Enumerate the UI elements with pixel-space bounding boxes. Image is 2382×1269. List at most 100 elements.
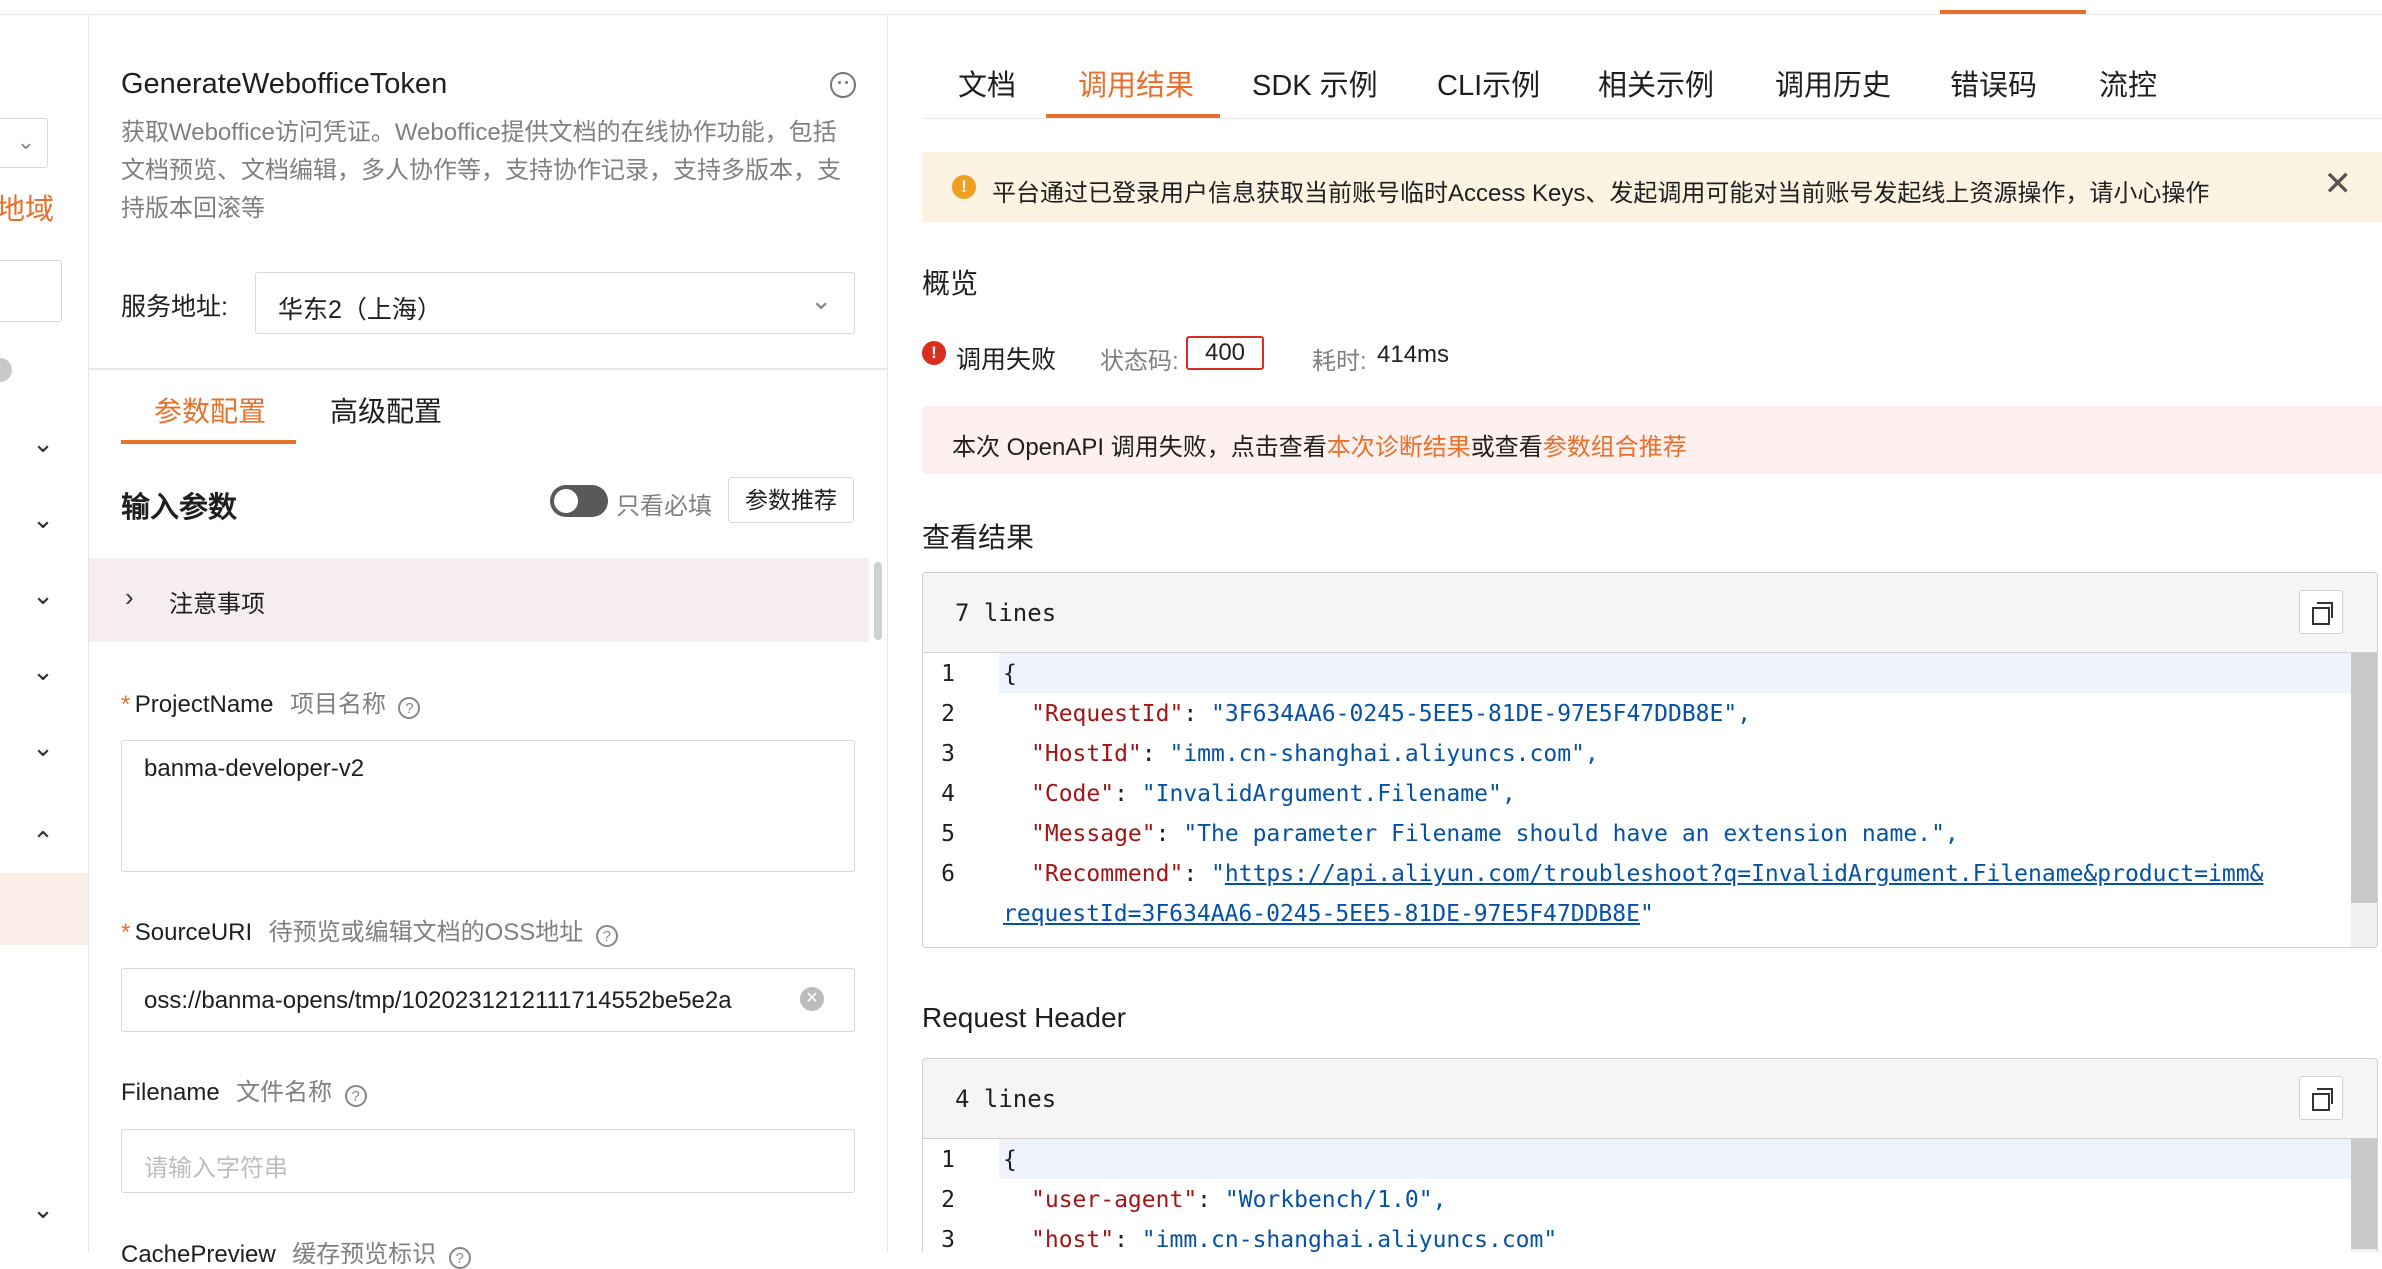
help-icon[interactable]: ? (344, 1084, 367, 1107)
code-line: "Message": "The parameter Filename shoul… (1031, 821, 1959, 847)
project-name-value: banma-developer-v2 (144, 755, 365, 782)
help-icon[interactable]: ? (595, 924, 618, 947)
tab-call-history[interactable]: 调用历史 (1775, 62, 1891, 104)
copy-icon[interactable] (2299, 1076, 2343, 1120)
scroll-thumb[interactable] (2351, 1139, 2377, 1249)
project-name-input[interactable]: banma-developer-v2 (121, 740, 855, 872)
tab-advanced-config[interactable]: 高级配置 (330, 390, 442, 430)
tab-docs[interactable]: 文档 (958, 62, 1016, 104)
overview-title: 概览 (922, 268, 979, 299)
error-middle: 或查看 (1470, 434, 1543, 461)
code-scrollbar[interactable] (2351, 653, 2377, 947)
chevron-down-icon[interactable]: ⌄ (28, 582, 58, 608)
filename-placeholder: 请输入字符串 (144, 1155, 288, 1182)
help-icon[interactable]: ? (448, 1246, 471, 1269)
error-diagnosis-text: 本次 OpenAPI 调用失败，点击查看本次诊断结果或查看参数组合推荐 (952, 427, 1687, 462)
line-number: 4 (941, 781, 955, 807)
tab-param-config[interactable]: 参数配置 (154, 390, 266, 430)
input-params-title: 输入参数 (121, 492, 238, 524)
filename-input[interactable]: 请输入字符串 (121, 1129, 855, 1193)
api-description: 获取Weboffice访问凭证。Weboffice提供文档的在线协作功能，包括文… (121, 119, 841, 222)
chevron-down-icon[interactable]: ⌄ (28, 430, 58, 456)
project-name-label-row: * ProjectName 项目名称 ? (121, 684, 421, 719)
result-title: 查看结果 (922, 522, 1035, 553)
scroll-thumb[interactable] (2351, 653, 2377, 903)
clear-icon[interactable]: ✕ (800, 987, 824, 1011)
tab-related-examples[interactable]: 相关示例 (1598, 62, 1714, 104)
close-icon[interactable]: ✕ (2324, 164, 2353, 204)
only-required-toggle[interactable] (550, 485, 608, 517)
tab-error-codes[interactable]: 错误码 (1950, 62, 2037, 104)
chevron-right-icon: › (125, 582, 134, 612)
project-name-sublabel: 项目名称 (289, 691, 386, 718)
chevron-down-icon[interactable]: ⌄ (28, 658, 58, 684)
chevron-down-icon: ⌄ (16, 129, 35, 154)
result-code-box: 7 lines 1 2 3 4 5 6 { "RequestId": "3F63… (922, 572, 2378, 948)
api-title: GenerateWebofficeToken (121, 68, 448, 100)
source-uri-input[interactable]: oss://banma-opens/tmp/10202312121117145​… (121, 968, 855, 1032)
nav-region-select[interactable]: ⌄ (0, 118, 48, 168)
code-line: "Code": "InvalidArgument.Filename", (1031, 781, 1516, 807)
code-line: "host": "imm.cn-shanghai.aliyuncs.com" (1031, 1227, 1558, 1252)
status-code-badge: 400 (1186, 336, 1264, 370)
line-number: 5 (941, 821, 955, 847)
error-icon: ! (922, 341, 946, 365)
nav-search-input[interactable] (0, 260, 62, 322)
service-region-value: 华东2（上海） (278, 296, 442, 324)
code-line: "RequestId": "3F634AA6-0245-5EE5-81DE-97… (1031, 701, 1752, 727)
line-count: 4 lines (955, 1085, 1057, 1113)
chevron-up-icon[interactable]: ⌃ (28, 828, 58, 854)
code-line: requestId=3F634AA6-0245-5EE5-81DE-97E5F4… (1003, 901, 1654, 927)
line-number: 3 (941, 1227, 955, 1252)
code-line: { (1003, 661, 1017, 687)
code-header: 7 lines (923, 573, 2377, 653)
chevron-down-icon: ⌄ (810, 285, 832, 315)
tab-active-underline (121, 440, 296, 444)
tab-call-result[interactable]: 调用结果 (1078, 62, 1194, 104)
status-code-label: 状态码: (1100, 348, 1179, 375)
required-star: * (121, 691, 131, 718)
elapsed-label: 耗时: (1312, 348, 1367, 375)
call-status-text: 调用失败 (956, 346, 1057, 374)
feedback-face-icon[interactable] (830, 72, 856, 98)
copy-icon[interactable] (2299, 590, 2343, 634)
line-number: 6 (941, 861, 955, 887)
recommend-link[interactable]: requestId=3F634AA6-0245-5EE5-81DE-97E5F4… (1003, 901, 1640, 927)
top-active-indicator (1940, 10, 2086, 14)
code-scrollbar[interactable] (2351, 1139, 2377, 1252)
panel-scrollbar[interactable] (874, 562, 882, 640)
line-number: 2 (941, 701, 955, 727)
warning-text: 平台通过已登录用户信息获取当前账号临时Access Keys、发起调用可能对当前… (992, 180, 2210, 207)
tabs-baseline (922, 118, 2382, 119)
code-line: "user-agent": "Workbench/1.0", (1031, 1187, 1447, 1213)
chevron-down-icon[interactable]: ⌄ (28, 734, 58, 760)
tab-flow-control[interactable]: 流控 (2099, 62, 2157, 104)
source-uri-sublabel: 待预览或编辑文档的OSS地址 (268, 919, 584, 946)
line-count: 7 lines (955, 599, 1057, 627)
help-icon[interactable]: ? (398, 696, 421, 719)
line-number: 1 (941, 1147, 955, 1173)
service-region-select[interactable]: 华东2（上海） ⌄ (255, 272, 855, 334)
chevron-down-icon[interactable]: ⌄ (28, 1196, 58, 1222)
param-recommend-button[interactable]: 参数推荐 (728, 477, 854, 523)
request-header-title: Request Header (922, 1002, 1126, 1033)
filename-label: Filename (121, 1079, 220, 1106)
warning-icon: ! (952, 175, 976, 199)
chevron-down-icon[interactable]: ⌄ (28, 506, 58, 532)
divider (89, 368, 887, 370)
error-diagnosis-box: 本次 OpenAPI 调用失败，点击查看本次诊断结果或查看参数组合推荐 (922, 406, 2382, 474)
current-line-highlight (999, 653, 2377, 693)
notice-collapse[interactable]: › 注意事项 (89, 558, 869, 642)
nav-active-item[interactable] (0, 873, 88, 945)
tab-cli-example[interactable]: CLI示例 (1437, 62, 1540, 104)
recommend-link[interactable]: https://api.aliyun.com/troubleshoot?q=In… (1225, 861, 2264, 887)
line-number: 2 (941, 1187, 955, 1213)
line-number: 1 (941, 661, 955, 687)
tab-sdk-example[interactable]: SDK 示例 (1252, 62, 1378, 104)
source-uri-label-row: * SourceURI 待预览或编辑文档的OSS地址 ? (121, 912, 618, 947)
nav-region-label[interactable]: 地域 (0, 186, 54, 228)
param-combination-link[interactable]: 参数组合推荐 (1543, 434, 1687, 461)
diagnosis-link[interactable]: 本次诊断结果 (1327, 434, 1471, 461)
code-line: { (1003, 1147, 1017, 1173)
project-name-label: ProjectName (134, 691, 274, 718)
